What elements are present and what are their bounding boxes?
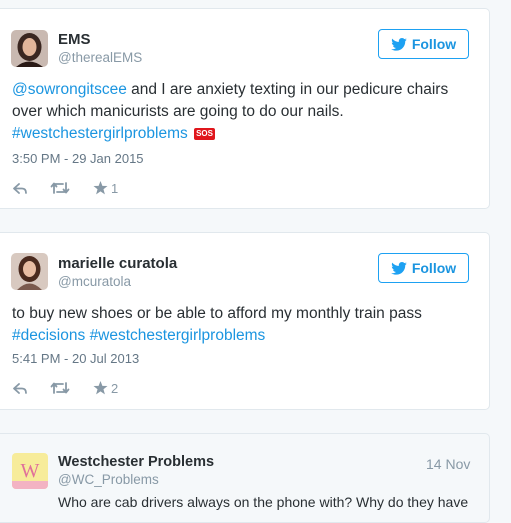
tweet-text-body: to buy new shoes or be able to afford my… [12, 305, 422, 322]
avatar-letter: W [21, 460, 40, 482]
tweet-date[interactable]: 14 Nov [426, 456, 470, 472]
avatar[interactable] [11, 253, 48, 290]
mention-link[interactable]: @sowrongitscee [12, 81, 127, 98]
reply-button[interactable] [13, 182, 28, 195]
tweet-actions: 1 [13, 179, 118, 197]
retweet-button[interactable] [50, 181, 70, 195]
avatar[interactable]: W [12, 453, 48, 489]
reply-icon [13, 382, 27, 394]
tweet-card: EMS @therealEMS Follow @sowrongitscee an… [0, 8, 490, 209]
favorite-count: 1 [111, 180, 119, 196]
favorite-button[interactable]: 2 [93, 381, 118, 396]
retweet-icon [50, 382, 70, 394]
author-handle[interactable]: @WC_Problems [58, 472, 159, 487]
reply-icon [13, 182, 27, 194]
bird-icon [391, 261, 407, 275]
quoted-tweet-card[interactable]: W Westchester Problems @WC_Problems 14 N… [0, 433, 490, 523]
hashtag-link[interactable]: #decisions [12, 327, 85, 344]
follow-label: Follow [411, 36, 457, 52]
timestamp[interactable]: 5:41 PM - 20 Jul 2013 [12, 351, 139, 366]
star-icon [93, 181, 108, 195]
tweet-text: @sowrongitscee and I are anxiety texting… [12, 79, 480, 145]
retweet-icon [50, 182, 70, 194]
author-name[interactable]: Westchester Problems [58, 454, 214, 470]
author-handle[interactable]: @mcuratola [58, 274, 131, 289]
author-name[interactable]: marielle curatola [58, 255, 177, 272]
follow-button[interactable]: Follow [378, 253, 469, 283]
follow-button[interactable]: Follow [378, 29, 469, 59]
favorite-button[interactable]: 1 [93, 181, 118, 196]
hashtag-link[interactable]: #westchestergirlproblems [12, 125, 188, 142]
sos-emoji-icon: SOS [194, 128, 215, 140]
follow-label: Follow [411, 260, 457, 276]
hashtag-link[interactable]: #westchestergirlproblems [90, 327, 266, 344]
author-handle[interactable]: @therealEMS [58, 50, 142, 65]
author-name[interactable]: EMS [58, 31, 91, 48]
tweet-card: marielle curatola @mcuratola Follow to b… [0, 232, 490, 410]
tweet-text: to buy new shoes or be able to afford my… [12, 303, 480, 347]
avatar[interactable] [11, 30, 48, 67]
timestamp[interactable]: 3:50 PM - 29 Jan 2015 [12, 151, 144, 166]
retweet-button[interactable] [50, 381, 70, 395]
tweet-text: Who are cab drivers always on the phone … [58, 494, 469, 510]
tweet-actions: 2 [13, 379, 118, 397]
star-icon [93, 381, 108, 395]
favorite-count: 2 [111, 380, 119, 396]
bird-icon [391, 37, 407, 51]
reply-button[interactable] [13, 382, 28, 395]
